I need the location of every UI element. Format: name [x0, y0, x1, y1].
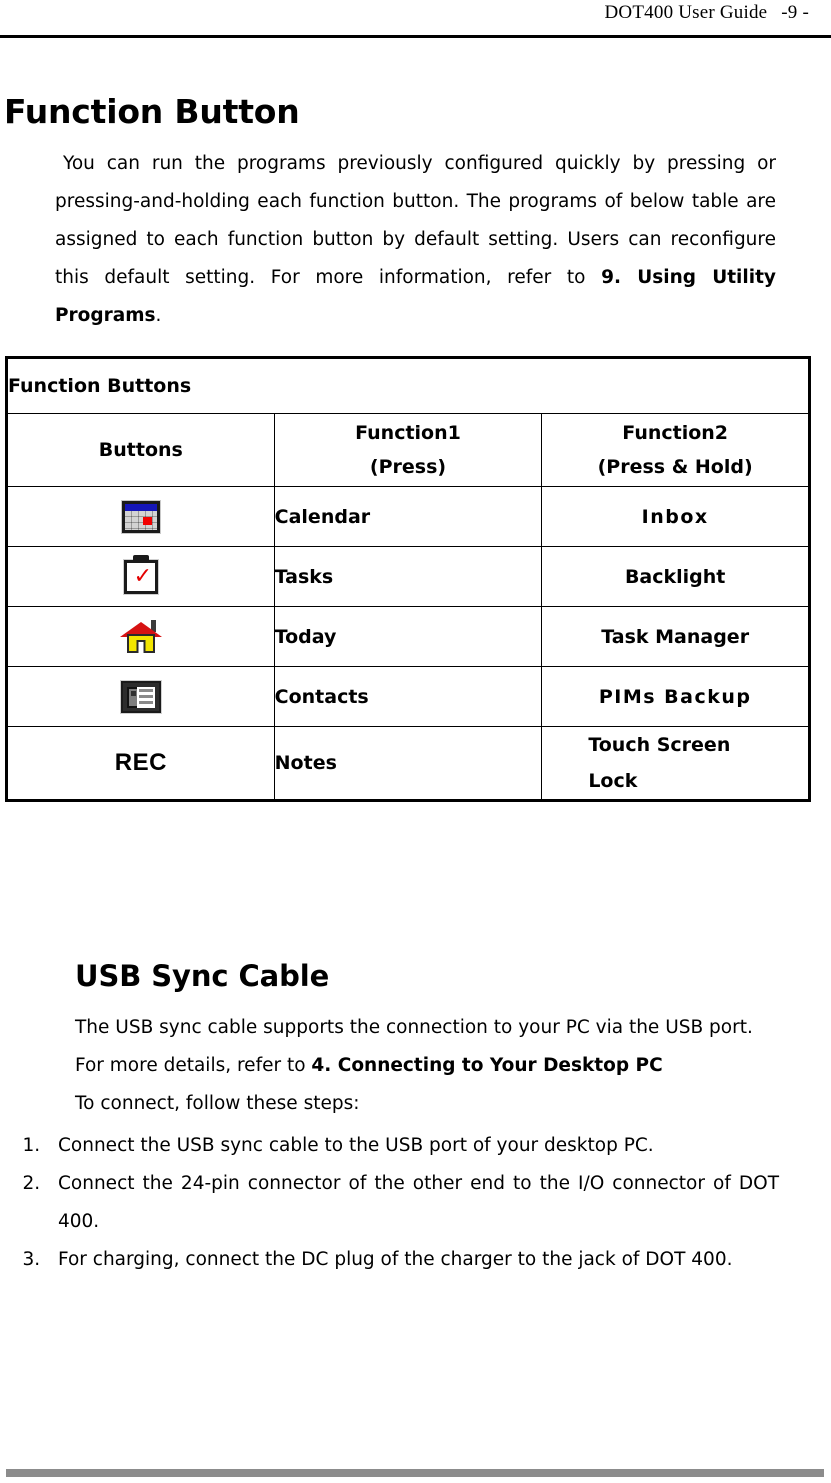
function-buttons-table: Function Buttons Buttons Function1 (Pres…: [5, 356, 811, 802]
page-title: Function Button: [4, 92, 300, 131]
intro-paragraph-period: .: [155, 305, 162, 326]
function1-cell: Contacts: [273, 666, 543, 727]
home-icon-door: [136, 639, 146, 653]
contacts-card-icon-line: [138, 694, 153, 698]
usb-steps-intro: To connect, follow these steps:: [75, 1093, 360, 1114]
table-caption-cell: Function Buttons: [6, 357, 810, 414]
home-icon: [119, 619, 162, 654]
table-row: ✓ Tasks Backlight: [6, 546, 810, 607]
intro-paragraph: You can run the programs previously conf…: [55, 145, 776, 335]
function-buttons-table-wrap: Function Buttons Buttons Function1 (Pres…: [5, 356, 811, 802]
column-header-function1-line1: Function1: [355, 422, 461, 444]
function2-label-line1: Touch Screen: [588, 734, 731, 756]
function1-cell: Today: [273, 606, 543, 667]
rec-text-button: REC: [6, 726, 275, 801]
list-item: For charging, connect the DC plug of the…: [46, 1241, 779, 1279]
table-row: Today Task Manager: [6, 606, 810, 667]
calendar-icon-titlebar: [124, 503, 157, 511]
button-icon-cell-today: [6, 606, 275, 667]
table-row: Calendar Inbox: [6, 486, 810, 547]
header-title-group: DOT400 User Guide -9 -: [605, 2, 809, 24]
clipboard-check-icon-checkmark: ✓: [133, 563, 153, 589]
usb-reference-line: For more details, refer to 4. Connecting…: [75, 1047, 779, 1085]
contacts-card-icon-line: [138, 700, 153, 704]
calendar-icon: [121, 500, 160, 533]
column-header-function2: Function2 (Press & Hold): [541, 413, 810, 487]
column-header-function1-line2: (Press): [369, 456, 447, 478]
column-header-function2-line1: Function2: [622, 422, 729, 444]
table-header-row: Buttons Function1 (Press) Function2 (Pre…: [6, 413, 810, 487]
function2-cell: Touch Screen Lock: [541, 726, 810, 801]
header-page-number: -9 -: [781, 2, 809, 23]
usb-reference-plain: For more details, refer to: [75, 1055, 312, 1076]
function1-cell: Tasks: [273, 546, 543, 607]
table-row: REC Notes Touch Screen Lock: [6, 726, 810, 801]
page-header: DOT400 User Guide -9 -: [0, 0, 831, 40]
contacts-card-icon-lines: [136, 686, 155, 708]
column-header-buttons: Buttons: [6, 413, 275, 487]
button-icon-cell-tasks: ✓: [6, 546, 275, 607]
contacts-card-icon-line: [138, 688, 153, 692]
function2-cell: Task Manager: [541, 606, 810, 667]
function2-cell: Backlight: [541, 546, 810, 607]
header-divider: [0, 35, 831, 38]
header-document-title: DOT400 User Guide: [604, 2, 768, 23]
page-content: Function Button You can run the programs…: [0, 40, 831, 1279]
column-header-function2-line2: (Press & Hold): [597, 456, 753, 478]
usb-sync-cable-title: USB Sync Cable: [75, 959, 330, 993]
list-item: Connect the USB sync cable to the USB po…: [46, 1127, 779, 1165]
clipboard-check-icon-clip: [132, 554, 149, 562]
function2-label: PIMs Backup: [598, 685, 752, 708]
table-row: Contacts PIMs Backup: [6, 666, 810, 727]
calendar-icon-selected-day: [142, 516, 152, 525]
clipboard-check-icon: ✓: [123, 554, 158, 594]
column-header-function1: Function1 (Press): [273, 413, 543, 487]
function2-cell: Inbox: [541, 486, 810, 547]
list-item: Connect the 24-pin connector of the othe…: [46, 1165, 779, 1241]
document-page: DOT400 User Guide -9 - Function Button Yo…: [0, 0, 831, 1483]
button-icon-cell-contacts: [6, 666, 275, 727]
button-icon-cell-calendar: [6, 486, 275, 547]
contacts-card-icon: [120, 680, 161, 713]
function2-label: Inbox: [641, 505, 709, 528]
calendar-icon-grid: [124, 510, 157, 530]
usb-connection-steps: Connect the USB sync cable to the USB po…: [18, 1127, 779, 1279]
usb-reference-bold: 4. Connecting to Your Desktop PC: [311, 1055, 663, 1076]
usb-sync-cable-paragraph: The USB sync cable supports the connecti…: [75, 1017, 753, 1038]
function1-cell: Notes: [273, 726, 543, 801]
footer-bar: [6, 1469, 824, 1477]
function2-label-line2: Lock: [588, 770, 638, 792]
function1-cell: Calendar: [273, 486, 543, 547]
function2-cell: PIMs Backup: [541, 666, 810, 727]
table-caption-row: Function Buttons: [6, 357, 810, 414]
